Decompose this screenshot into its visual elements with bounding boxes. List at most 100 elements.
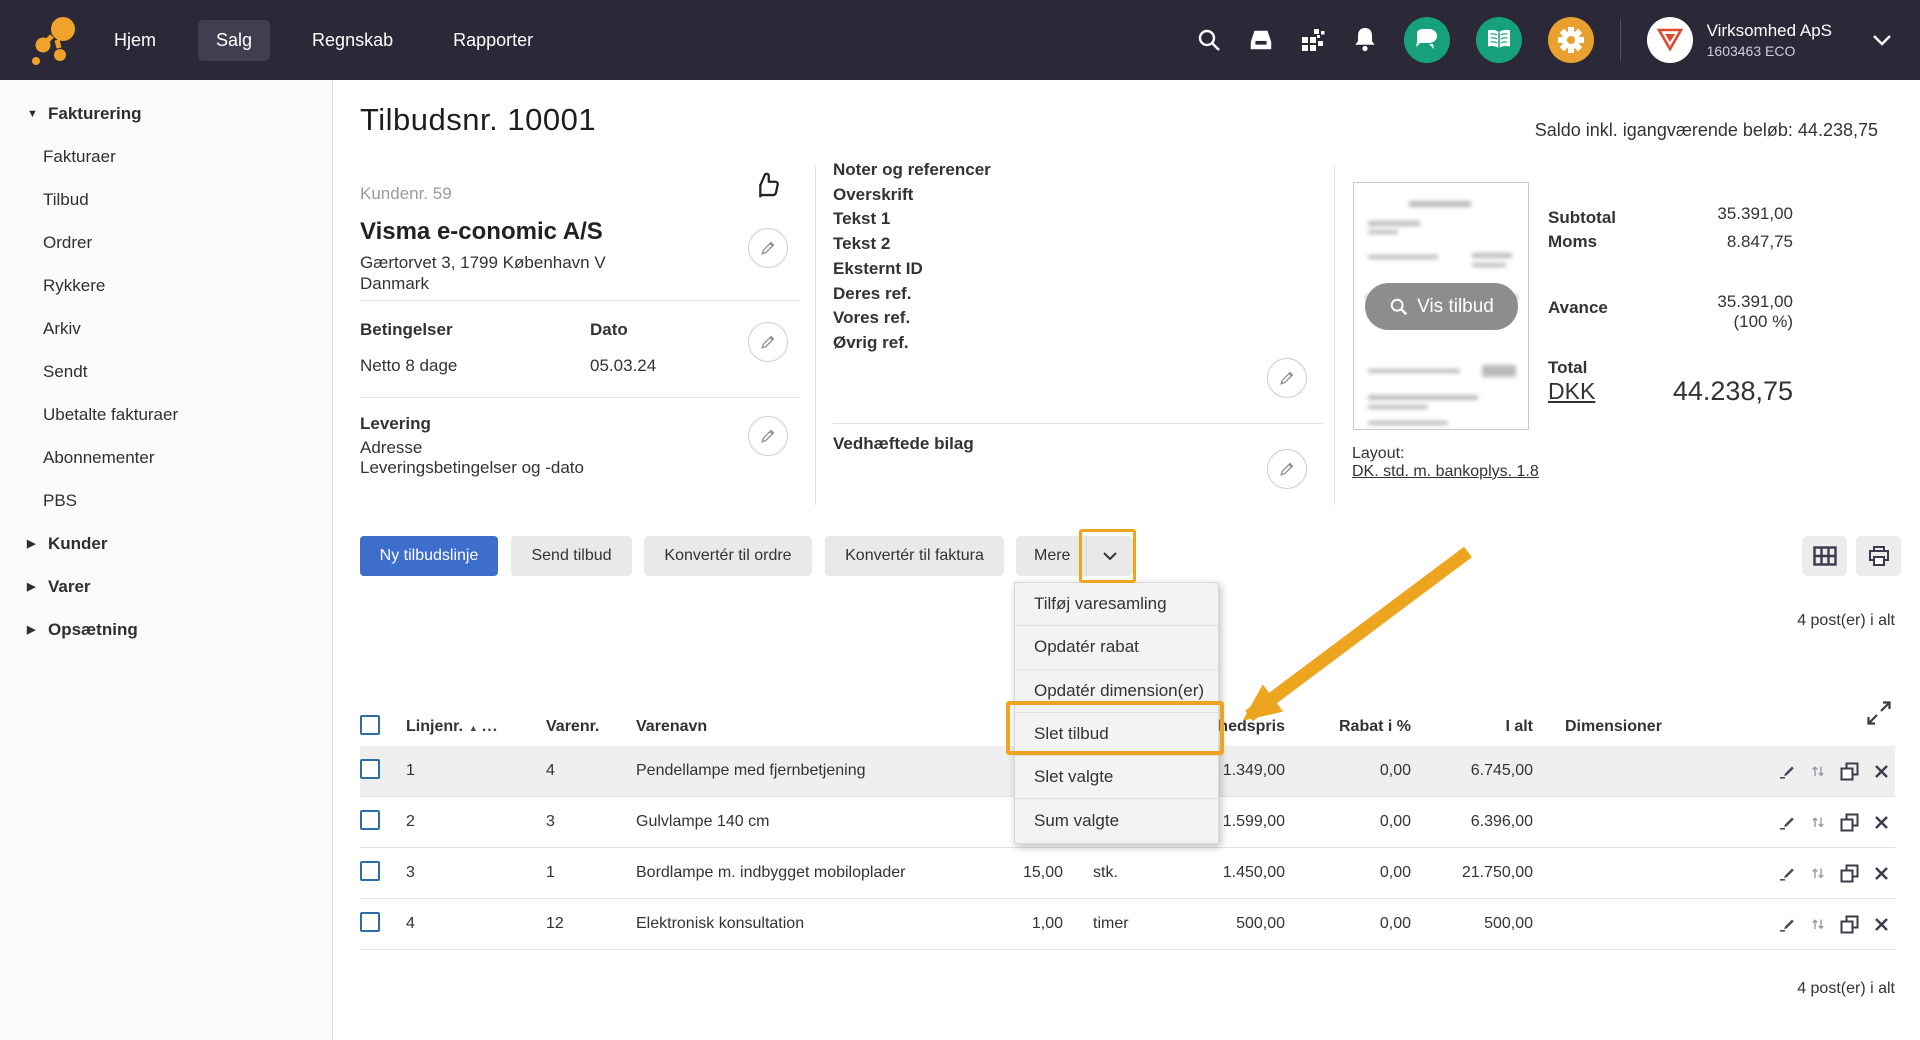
thumbs-up-icon[interactable] bbox=[751, 170, 783, 202]
more-dropdown-toggle[interactable] bbox=[1087, 536, 1133, 576]
table-row[interactable]: 4 12 Elektronisk konsultation 1,00 timer… bbox=[360, 899, 1895, 950]
row-checkbox[interactable] bbox=[360, 810, 380, 830]
menu-item-sum-valgte[interactable]: Sum valgte bbox=[1015, 799, 1218, 842]
cell-varenavn: Elektronisk konsultation bbox=[636, 915, 941, 933]
table-grid-icon bbox=[1813, 546, 1837, 566]
vis-tilbud-button[interactable]: Vis tilbud bbox=[1365, 283, 1518, 330]
sidebar-section-varer[interactable]: ▶Varer bbox=[0, 565, 332, 608]
account-id: 1603463 ECO bbox=[1707, 43, 1832, 59]
reorder-icon[interactable] bbox=[1811, 814, 1825, 830]
edit-attachments-button[interactable] bbox=[1267, 449, 1307, 489]
col-varenavn[interactable]: Varenavn bbox=[636, 718, 941, 736]
search-icon[interactable] bbox=[1196, 27, 1222, 53]
sidebar-item-fakturaer[interactable]: Fakturaer bbox=[0, 135, 332, 178]
col-dimensioner[interactable]: Dimensioner bbox=[1533, 718, 1683, 736]
cell-rabat: 0,00 bbox=[1285, 762, 1411, 780]
menu-item-tilfoj-varesamling[interactable]: Tilføj varesamling bbox=[1015, 583, 1218, 626]
col-linjenr[interactable]: Linjenr.▲... bbox=[406, 718, 546, 736]
sidebar-item-abonnementer[interactable]: Abonnementer bbox=[0, 436, 332, 479]
sidebar-section-kunder[interactable]: ▶Kunder bbox=[0, 522, 332, 565]
edit-terms-button[interactable] bbox=[748, 322, 788, 362]
ny-tilbudslinje-button[interactable]: Ny tilbudslinje bbox=[360, 536, 498, 576]
send-tilbud-button[interactable]: Send tilbud bbox=[511, 536, 632, 576]
more-button[interactable]: Mere bbox=[1016, 536, 1133, 576]
sidebar-item-tilbud[interactable]: Tilbud bbox=[0, 178, 332, 221]
col-ialt[interactable]: I alt bbox=[1411, 718, 1533, 736]
row-checkbox[interactable] bbox=[360, 912, 380, 932]
reorder-icon[interactable] bbox=[1811, 865, 1825, 881]
sidebar-item-rykkere[interactable]: Rykkere bbox=[0, 264, 332, 307]
delete-icon[interactable] bbox=[1874, 866, 1889, 881]
row-checkbox[interactable] bbox=[360, 759, 380, 779]
reorder-icon[interactable] bbox=[1811, 763, 1825, 779]
nav-item-regnskab[interactable]: Regnskab bbox=[294, 20, 411, 61]
chevron-down-icon[interactable] bbox=[1872, 34, 1892, 46]
edit-customer-button[interactable] bbox=[748, 228, 788, 268]
account-menu[interactable]: Virksomhed ApS 1603463 ECO bbox=[1647, 17, 1892, 63]
apps-icon[interactable] bbox=[1300, 27, 1326, 53]
betingelser-label: Betingelser bbox=[360, 320, 590, 340]
attachments-label: Vedhæftede bilag bbox=[833, 434, 974, 454]
sidebar-section-opsaetning[interactable]: ▶Opsætning bbox=[0, 608, 332, 651]
menu-item-slet-valgte[interactable]: Slet valgte bbox=[1015, 756, 1218, 799]
edit-delivery-button[interactable] bbox=[748, 416, 788, 456]
bell-icon[interactable] bbox=[1352, 27, 1378, 53]
chat-icon[interactable] bbox=[1404, 17, 1450, 63]
sidebar-item-pbs[interactable]: PBS bbox=[0, 479, 332, 522]
cell-rabat: 0,00 bbox=[1285, 864, 1411, 882]
inbox-icon[interactable] bbox=[1248, 27, 1274, 53]
sidebar-item-sendt[interactable]: Sendt bbox=[0, 350, 332, 393]
cell-antal: 15,00 bbox=[941, 864, 1063, 882]
col-rabat[interactable]: Rabat i % bbox=[1285, 718, 1411, 736]
cell-varenr: 1 bbox=[546, 864, 636, 882]
document-preview[interactable]: Vis tilbud bbox=[1353, 182, 1529, 430]
layout-label: Layout: bbox=[1352, 445, 1539, 463]
book-icon[interactable] bbox=[1476, 17, 1522, 63]
cell-linjenr: 1 bbox=[406, 762, 546, 780]
e-conomic-logo-icon[interactable] bbox=[30, 14, 86, 68]
edit-row-icon[interactable] bbox=[1779, 916, 1796, 933]
menu-item-slet-tilbud[interactable]: Slet tilbud bbox=[1015, 713, 1218, 756]
levering-line2: Leveringsbetingelser og -dato bbox=[360, 458, 584, 478]
cell-linjenr: 3 bbox=[406, 864, 546, 882]
konverter-til-faktura-button[interactable]: Konvertér til faktura bbox=[825, 536, 1004, 576]
edit-notes-button[interactable] bbox=[1267, 358, 1307, 398]
sidebar-section-fakturering[interactable]: ▼Fakturering bbox=[0, 92, 332, 135]
edit-row-icon[interactable] bbox=[1779, 763, 1796, 780]
nav-item-hjem[interactable]: Hjem bbox=[96, 20, 174, 61]
nav-item-salg[interactable]: Salg bbox=[198, 20, 270, 61]
row-checkbox[interactable] bbox=[360, 861, 380, 881]
table-row[interactable]: 3 1 Bordlampe m. indbygget mobiloplader … bbox=[360, 848, 1895, 899]
print-button[interactable] bbox=[1856, 536, 1901, 576]
account-name: Virksomhed ApS bbox=[1707, 21, 1832, 41]
copy-icon[interactable] bbox=[1840, 813, 1859, 832]
cell-varenavn: Bordlampe m. indbygget mobiloplader bbox=[636, 864, 941, 882]
reorder-icon[interactable] bbox=[1811, 916, 1825, 932]
chevron-down-icon bbox=[1102, 551, 1118, 561]
sidebar-item-arkiv[interactable]: Arkiv bbox=[0, 307, 332, 350]
edit-row-icon[interactable] bbox=[1779, 865, 1796, 882]
copy-icon[interactable] bbox=[1840, 915, 1859, 934]
cell-linjenr: 4 bbox=[406, 915, 546, 933]
delete-icon[interactable] bbox=[1874, 917, 1889, 932]
currency-link[interactable]: DKK bbox=[1548, 378, 1595, 404]
sidebar-item-ubetalte-fakturaer[interactable]: Ubetalte fakturaer bbox=[0, 393, 332, 436]
cell-ialt: 500,00 bbox=[1411, 915, 1533, 933]
konverter-til-ordre-button[interactable]: Konvertér til ordre bbox=[644, 536, 812, 576]
sidebar-item-ordrer[interactable]: Ordrer bbox=[0, 221, 332, 264]
delete-icon[interactable] bbox=[1874, 764, 1889, 779]
gear-icon[interactable] bbox=[1548, 17, 1594, 63]
menu-item-opdater-dimensioner[interactable]: Opdatér dimension(er) bbox=[1015, 670, 1218, 713]
copy-icon[interactable] bbox=[1840, 864, 1859, 883]
select-all-checkbox[interactable] bbox=[360, 715, 380, 735]
menu-item-opdater-rabat[interactable]: Opdatér rabat bbox=[1015, 626, 1218, 669]
table-settings-button[interactable] bbox=[1802, 536, 1847, 576]
nav-item-rapporter[interactable]: Rapporter bbox=[435, 20, 551, 61]
col-varenr[interactable]: Varenr. bbox=[546, 718, 636, 736]
column-options-icon[interactable]: ... bbox=[482, 718, 498, 735]
total-label: Total bbox=[1548, 358, 1587, 377]
copy-icon[interactable] bbox=[1840, 762, 1859, 781]
layout-link[interactable]: DK. std. m. bankoplys. 1.8 bbox=[1352, 463, 1539, 481]
delete-icon[interactable] bbox=[1874, 815, 1889, 830]
edit-row-icon[interactable] bbox=[1779, 814, 1796, 831]
